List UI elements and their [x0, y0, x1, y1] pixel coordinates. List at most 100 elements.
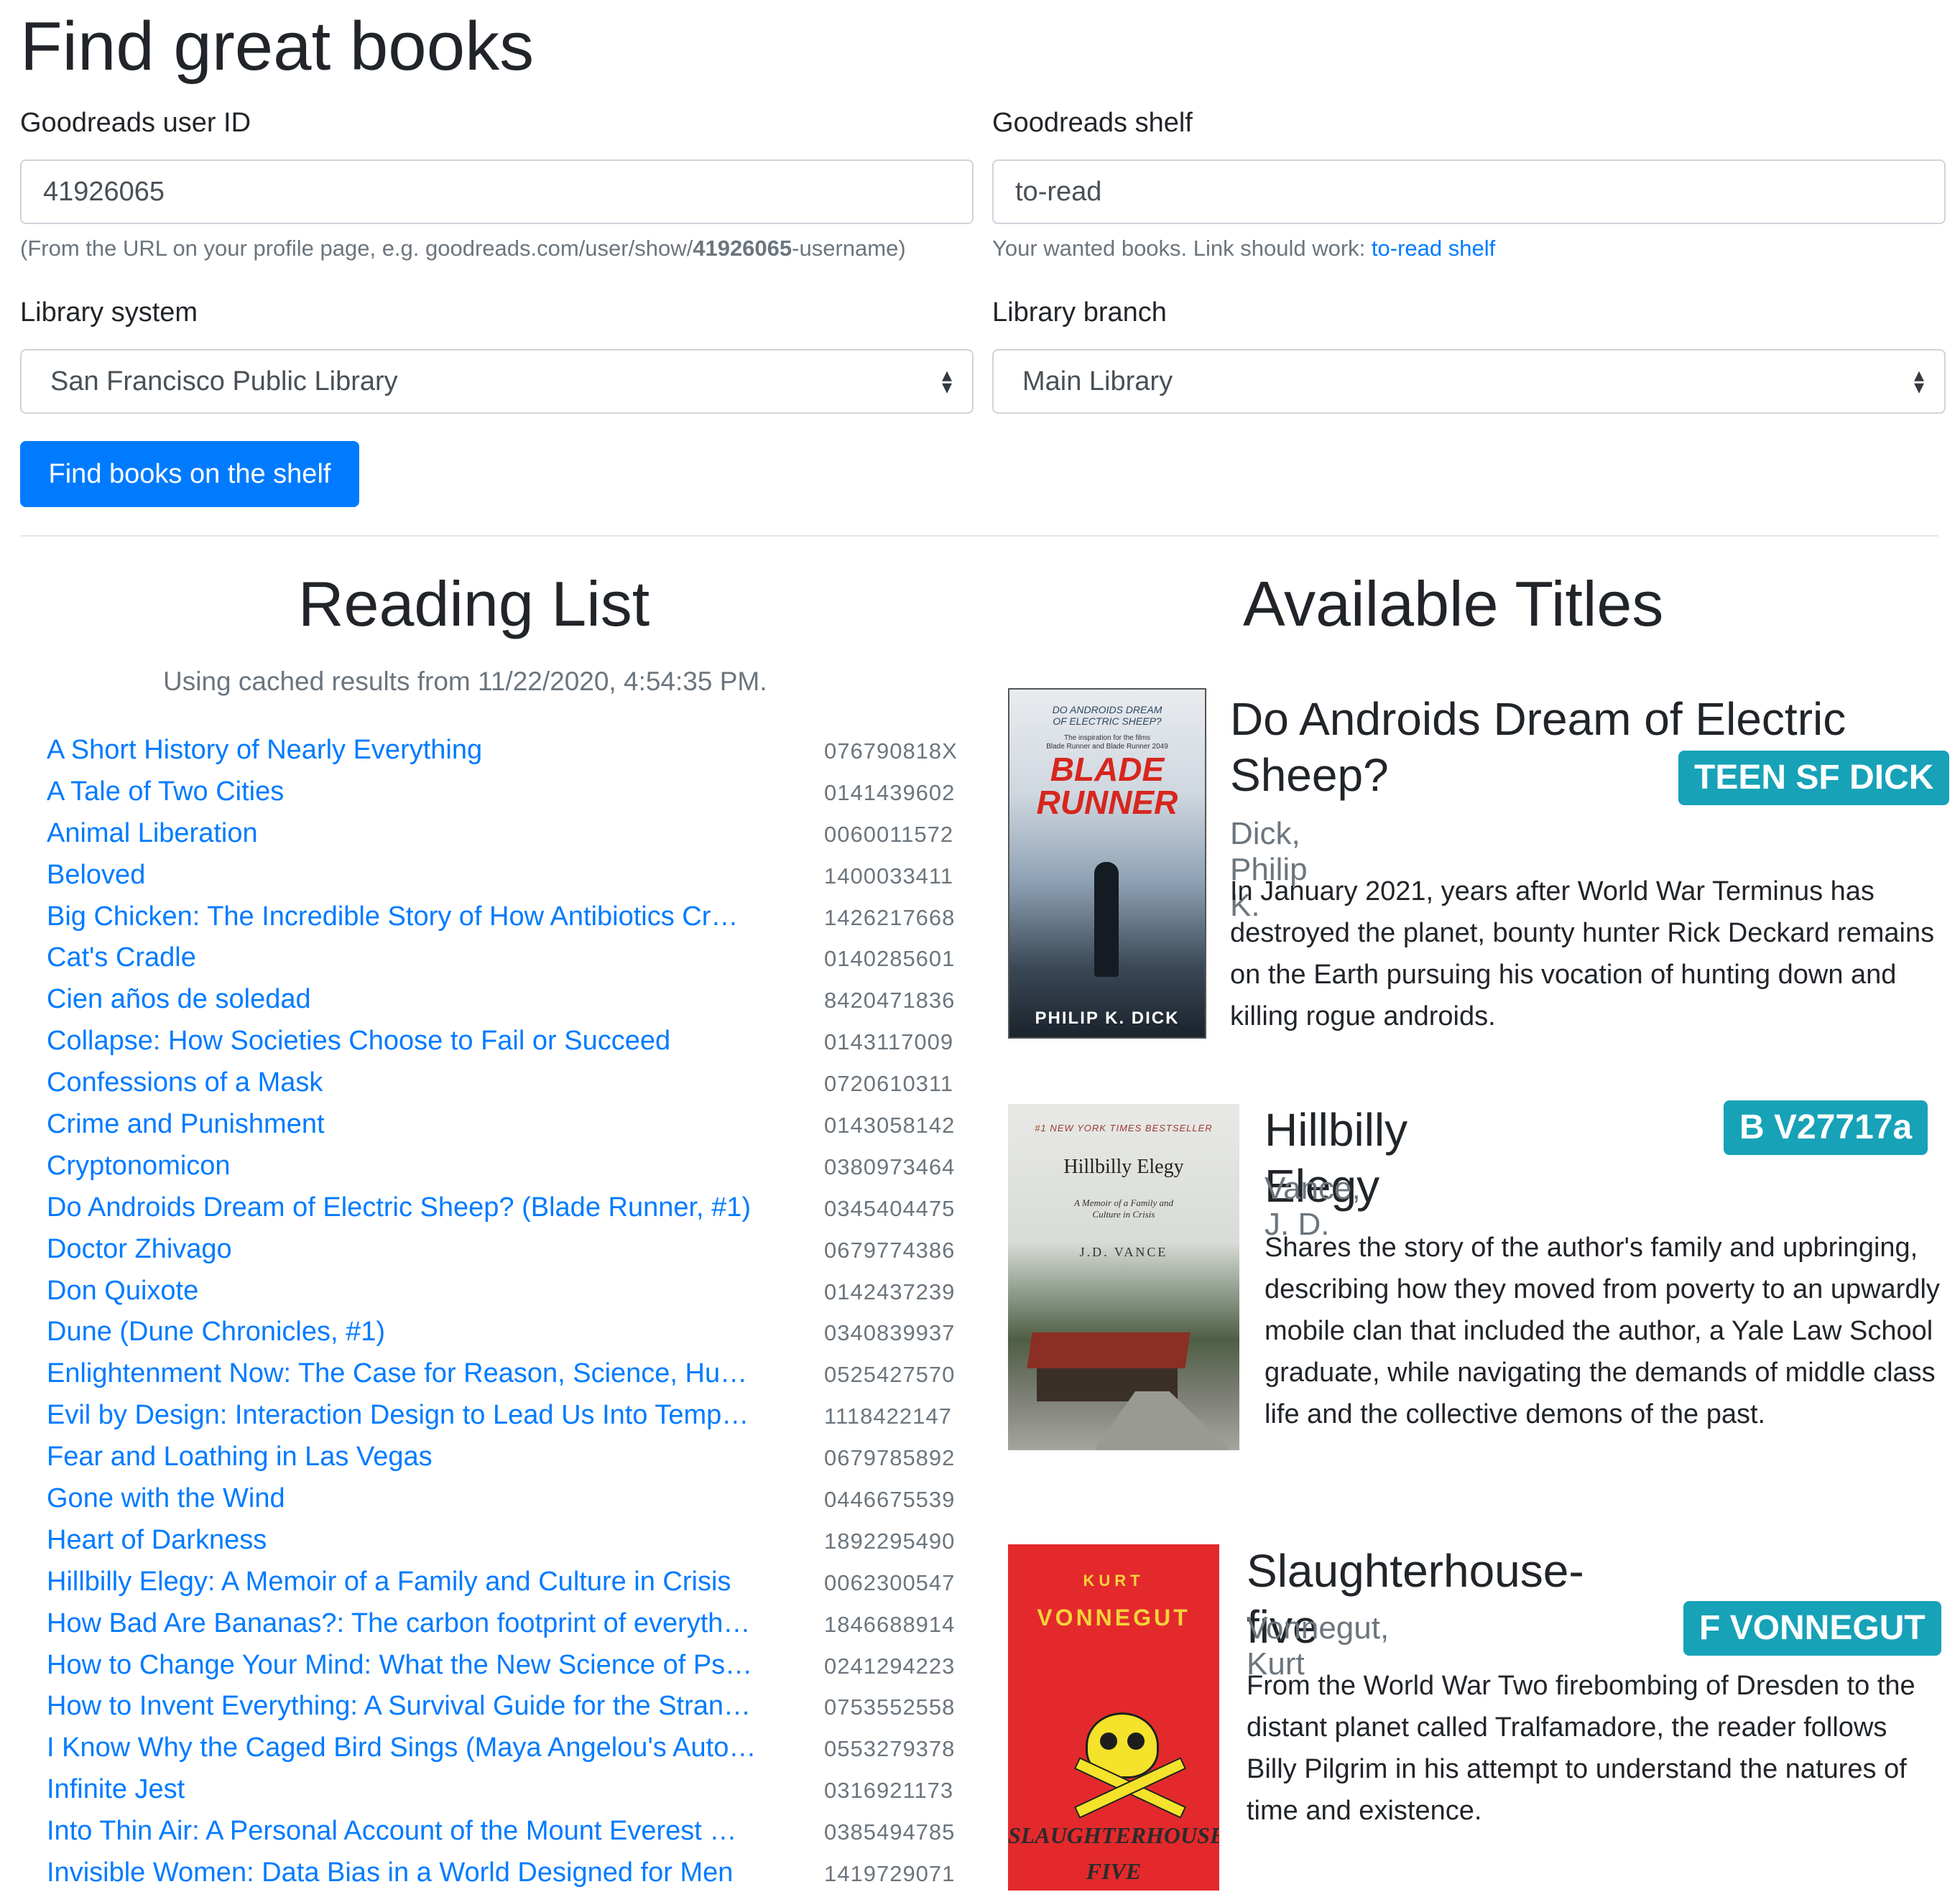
cover-author: J.D. VANCE	[1079, 1245, 1168, 1259]
list-item: Cryptonomicon 0380973464	[47, 1149, 974, 1190]
book-cover[interactable]: #1 NEW YORK TIMES BESTSELLER Hillbilly E…	[1008, 1104, 1239, 1450]
cover-barn-roof	[1027, 1332, 1191, 1368]
book-link[interactable]: Into Thin Air: A Personal Account of the…	[47, 1814, 772, 1848]
list-item: Gone with the Wind 0446675539	[47, 1481, 974, 1523]
book-link[interactable]: A Tale of Two Cities	[47, 774, 772, 809]
reading-list-title: Reading List	[298, 568, 650, 639]
call-number-badge: TEEN SF DICK	[1678, 751, 1950, 805]
library-system-value: San Francisco Public Library	[50, 366, 398, 396]
page-title: Find great books	[20, 8, 535, 85]
user-id-input[interactable]	[20, 159, 974, 224]
book-link[interactable]: A Short History of Nearly Everything	[47, 733, 772, 767]
to-read-shelf-link[interactable]: to-read shelf	[1372, 236, 1495, 261]
book-link[interactable]: Heart of Darkness	[47, 1523, 772, 1557]
user-id-help-suffix: -username)	[792, 236, 906, 261]
isbn: 0316921173	[824, 1778, 954, 1804]
book-description: Shares the story of the author's family …	[1265, 1233, 1940, 1429]
cover-subtitle2: Culture in Crisis	[1092, 1209, 1155, 1220]
book-description: From the World War Two firebombing of Dr…	[1247, 1671, 1915, 1826]
book-link[interactable]: Evil by Design: Interaction Design to Le…	[47, 1398, 772, 1432]
library-branch-label: Library branch	[992, 297, 1167, 328]
list-item: Dune (Dune Chronicles, #1) 0340839937	[47, 1314, 974, 1356]
book-link[interactable]: Hillbilly Elegy: A Memoir of a Family an…	[47, 1564, 772, 1599]
book-link[interactable]: Gone with the Wind	[47, 1481, 772, 1516]
list-item: Into Thin Air: A Personal Account of the…	[47, 1814, 974, 1855]
book-link[interactable]: Infinite Jest	[47, 1772, 772, 1806]
book-link[interactable]: Cat's Cradle	[47, 940, 772, 975]
library-system-select[interactable]: San Francisco Public Library ▴ ▾	[20, 349, 974, 414]
book-link[interactable]: Collapse: How Societies Choose to Fail o…	[47, 1024, 772, 1058]
cover-author: PHILIP K. DICK	[1035, 1008, 1180, 1028]
book-link[interactable]: Do Androids Dream of Electric Sheep? (Bl…	[47, 1190, 772, 1225]
isbn: 0345404475	[824, 1195, 956, 1221]
isbn: 8420471836	[824, 988, 956, 1014]
book-link[interactable]: Dune (Dune Chronicles, #1)	[47, 1314, 772, 1349]
find-books-button[interactable]: Find books on the shelf	[20, 441, 359, 507]
book-link[interactable]: Confessions of a Mask	[47, 1065, 772, 1100]
list-item: Confessions of a Mask 0720610311	[47, 1065, 974, 1107]
list-item: Animal Liberation 0060011572	[47, 816, 974, 858]
isbn: 0446675539	[824, 1487, 956, 1513]
book-link[interactable]: How Bad Are Bananas?: The carbon footpri…	[47, 1606, 772, 1641]
library-system-label: Library system	[20, 297, 198, 328]
list-item: Cien años de soledad 8420471836	[47, 982, 974, 1024]
list-item: Hillbilly Elegy: A Memoir of a Family an…	[47, 1564, 974, 1606]
list-item: Invisible Women: Data Bias in a World De…	[47, 1855, 974, 1897]
book-link[interactable]: Fear and Loathing in Las Vegas	[47, 1439, 772, 1474]
book-link[interactable]: Invisible Women: Data Bias in a World De…	[47, 1855, 772, 1890]
book-link[interactable]: I Know Why the Caged Bird Sings (Maya An…	[47, 1730, 772, 1765]
library-branch-value: Main Library	[1022, 366, 1173, 396]
list-item: Doctor Zhivago 0679774386	[47, 1232, 974, 1274]
call-number-badge: B V27717a	[1724, 1100, 1928, 1155]
book-link[interactable]: How to Invent Everything: A Survival Gui…	[47, 1689, 772, 1723]
isbn: 0143058142	[824, 1113, 956, 1138]
shelf-input[interactable]	[992, 159, 1946, 224]
list-item: I Know Why the Caged Bird Sings (Maya An…	[47, 1730, 974, 1772]
isbn: 1419729071	[824, 1861, 956, 1887]
isbn: 0553279378	[824, 1736, 956, 1762]
available-titles-title: Available Titles	[1243, 568, 1664, 639]
book-cover[interactable]: DO ANDROIDS DREAM OF ELECTRIC SHEEP? The …	[1008, 688, 1206, 1039]
select-caret-icon: ▴ ▾	[1913, 363, 1924, 398]
reading-list: A Short History of Nearly Everything 0767…	[47, 733, 974, 1897]
isbn: 0679774386	[824, 1237, 956, 1263]
book-link[interactable]: Beloved	[47, 858, 772, 892]
shelf-help: Your wanted books. Link should work: to-…	[992, 236, 1495, 261]
list-item: How to Change Your Mind: What the New Sc…	[47, 1648, 974, 1689]
cover-first-name: KURT	[1083, 1572, 1145, 1590]
book-link[interactable]: Doctor Zhivago	[47, 1232, 772, 1266]
cover-title: Hillbilly Elegy	[1063, 1156, 1184, 1178]
list-item: Don Quixote 0142437239	[47, 1274, 974, 1315]
user-id-help-bold: 41926065	[693, 236, 792, 261]
isbn: 0720610311	[824, 1071, 954, 1097]
book-link[interactable]: Don Quixote	[47, 1274, 772, 1308]
user-id-label: Goodreads user ID	[20, 108, 251, 138]
select-caret-icon: ▴ ▾	[941, 363, 952, 398]
isbn: 0241294223	[824, 1653, 956, 1679]
list-item: Crime and Punishment 0143058142	[47, 1107, 974, 1149]
isbn: 0140285601	[824, 946, 956, 972]
book-link[interactable]: Animal Liberation	[47, 816, 772, 850]
user-id-help: (From the URL on your profile page, e.g.…	[20, 236, 906, 261]
shelf-label: Goodreads shelf	[992, 108, 1193, 138]
isbn: 1892295490	[824, 1528, 956, 1554]
book-cover[interactable]: KURT VONNEGUT SLAUGHTERHOUSE- FIVE	[1008, 1544, 1219, 1891]
book-description: In January 2021, years after World War T…	[1230, 876, 1935, 1031]
book-link[interactable]: How to Change Your Mind: What the New Sc…	[47, 1648, 772, 1682]
cover-subtitle: A Memoir of a Family and Culture in Crisi…	[1008, 1197, 1239, 1220]
book-link[interactable]: Crime and Punishment	[47, 1107, 772, 1141]
list-item: Heart of Darkness 1892295490	[47, 1523, 974, 1564]
shelf-help-prefix: Your wanted books. Link should work:	[992, 236, 1372, 261]
book-link[interactable]: Enlightenment Now: The Case for Reason, …	[47, 1356, 772, 1391]
list-item: Big Chicken: The Incredible Story of How…	[47, 899, 974, 941]
cover-tagline: The inspiration for the films Blade Runne…	[1009, 734, 1205, 751]
cover-figure	[1094, 862, 1119, 977]
book-link[interactable]: Cryptonomicon	[47, 1149, 772, 1183]
library-branch-select[interactable]: Main Library ▴ ▾	[992, 349, 1946, 414]
book-link[interactable]: Cien años de soledad	[47, 982, 772, 1016]
cover-top-text: DO ANDROIDS DREAM OF ELECTRIC SHEEP?	[1009, 704, 1205, 727]
book-link[interactable]: Big Chicken: The Incredible Story of How…	[47, 899, 772, 934]
isbn: 0060011572	[824, 821, 954, 847]
list-item: Beloved 1400033411	[47, 858, 974, 899]
isbn: 1400033411	[824, 863, 954, 889]
